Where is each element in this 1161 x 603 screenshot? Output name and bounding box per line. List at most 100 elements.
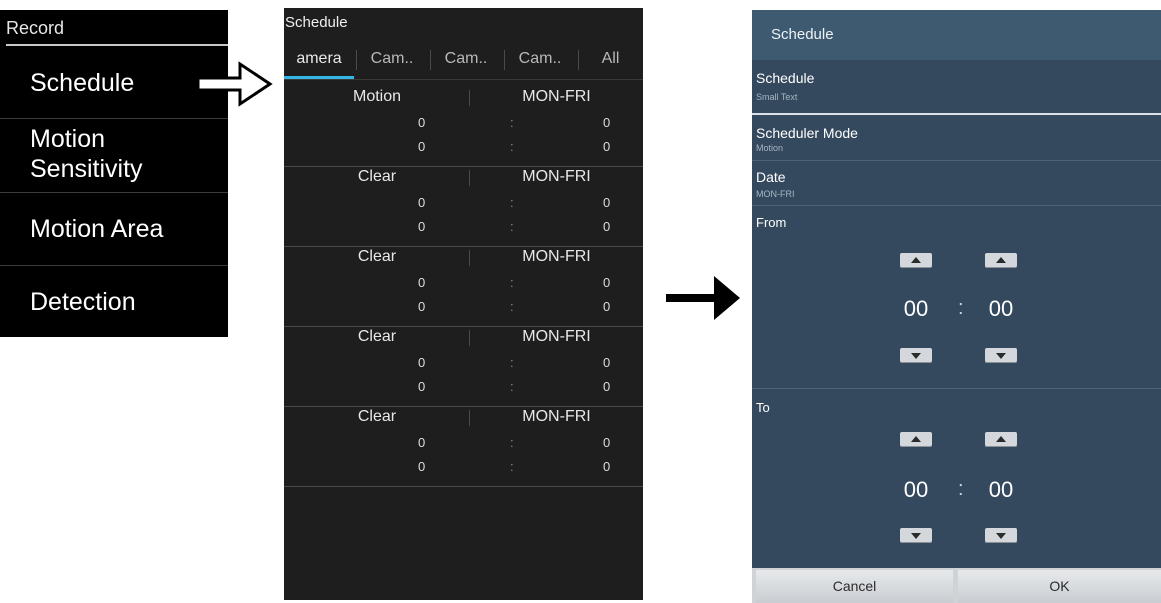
schedule-dialog: Schedule Schedule Small Text Scheduler M… [752, 10, 1161, 603]
entry-colon: : [510, 195, 514, 210]
solid-arrow-right-icon [666, 276, 740, 320]
menu-item-detection[interactable]: Detection [30, 287, 228, 317]
entry-to-hour: 0 [418, 459, 426, 474]
entry-to-minute: 0 [603, 299, 611, 314]
to-hour-up-button[interactable] [900, 432, 932, 447]
dialog-section-divider [752, 113, 1161, 115]
tab-camera-1[interactable]: amera [284, 44, 354, 80]
date-label: Date [756, 169, 786, 185]
entry-to-hour: 0 [418, 299, 426, 314]
to-label: To [756, 400, 770, 415]
entry-to-hour: 0 [418, 219, 426, 234]
tab-camera-2[interactable]: Cam.. [356, 44, 428, 80]
schedule-entry[interactable]: Clear MON-FRI 0 : 0 0 : 0 [284, 248, 643, 328]
from-minute-up-button[interactable] [985, 253, 1017, 268]
list-title: Schedule [285, 14, 348, 31]
entry-separator [284, 326, 643, 327]
dialog-button-bar: Cancel OK [752, 568, 1161, 603]
tab-all[interactable]: All [578, 44, 643, 80]
entry-colon: : [510, 139, 514, 154]
entry-mode: Motion [352, 88, 402, 105]
date-value: MON-FRI [756, 189, 795, 199]
spinner-down-icon [996, 533, 1006, 539]
to-hour-down-button[interactable] [900, 528, 932, 543]
from-label: From [756, 215, 787, 230]
entry-to-minute: 0 [603, 219, 611, 234]
entry-separator [284, 166, 643, 167]
entry-from-hour: 0 [418, 355, 426, 370]
tab-camera-4[interactable]: Cam.. [504, 44, 576, 80]
menu-item-motion-area[interactable]: Motion Area [30, 214, 228, 244]
schedule-entry[interactable]: Clear MON-FRI 0 : 0 0 : 0 [284, 328, 643, 408]
row-divider [752, 388, 1161, 389]
schedule-name-label: Schedule [756, 70, 815, 86]
menu-title-underline [6, 44, 228, 46]
schedule-name-value: Small Text [756, 92, 798, 102]
tab-bar-divider [284, 79, 643, 80]
entry-colon: : [510, 275, 514, 290]
from-hour-up-button[interactable] [900, 253, 932, 268]
from-time-colon: : [958, 297, 964, 319]
spinner-up-icon [996, 436, 1006, 442]
spinner-down-icon [996, 353, 1006, 359]
entry-separator [284, 486, 643, 487]
schedule-entry[interactable]: Clear MON-FRI 0 : 0 0 : 0 [284, 168, 643, 248]
dialog-title: Schedule [771, 26, 834, 43]
entry-to-hour: 0 [418, 139, 426, 154]
dialog-title-bar: Schedule [752, 10, 1161, 60]
record-menu-panel: Record Schedule Motion Sensitivity Motio… [0, 10, 228, 337]
menu-divider [0, 192, 228, 193]
scheduler-mode-value: Motion [756, 143, 784, 153]
entry-date: MON-FRI [522, 168, 591, 185]
menu-title: Record [6, 18, 65, 38]
entry-from-hour: 0 [418, 195, 426, 210]
schedule-entry[interactable]: Motion MON-FRI 0 : 0 0 : 0 [284, 88, 643, 168]
menu-item-motion-sensitivity[interactable]: Motion Sensitivity [30, 124, 228, 184]
entry-colon: : [510, 435, 514, 450]
cancel-button[interactable]: Cancel [756, 570, 953, 603]
entry-mode: Clear [357, 248, 397, 265]
to-time-colon: : [958, 478, 964, 500]
entry-from-hour: 0 [418, 435, 426, 450]
entry-to-hour: 0 [418, 379, 426, 394]
entry-colon: : [510, 379, 514, 394]
ok-button[interactable]: OK [958, 570, 1161, 603]
outline-arrow-right-icon [196, 61, 273, 107]
entry-date: MON-FRI [522, 408, 591, 425]
scheduler-mode-label: Scheduler Mode [756, 125, 858, 141]
from-hour-value[interactable]: 00 [896, 296, 936, 322]
entry-from-hour: 0 [418, 275, 426, 290]
camera-tab-bar: amera Cam.. Cam.. Cam.. All [284, 44, 643, 80]
menu-divider [0, 118, 228, 119]
entry-colon: : [510, 459, 514, 474]
menu-item-label-line1: Motion [30, 125, 106, 153]
tab-camera-3[interactable]: Cam.. [430, 44, 502, 80]
entry-separator [284, 406, 643, 407]
to-hour-value[interactable]: 00 [896, 477, 936, 503]
entry-to-minute: 0 [603, 139, 611, 154]
entry-colon: : [510, 115, 514, 130]
to-minute-value[interactable]: 00 [981, 477, 1021, 503]
entry-separator [284, 246, 643, 247]
entry-to-minute: 0 [603, 459, 611, 474]
entry-colon: : [510, 299, 514, 314]
entry-from-hour: 0 [418, 115, 426, 130]
entry-colon: : [510, 219, 514, 234]
entry-from-minute: 0 [603, 115, 611, 130]
menu-divider [0, 265, 228, 266]
schedule-entry[interactable]: Clear MON-FRI 0 : 0 0 : 0 [284, 408, 643, 488]
entry-from-minute: 0 [603, 435, 611, 450]
spinner-up-icon [911, 257, 921, 263]
entry-mode: Clear [357, 328, 397, 345]
from-hour-down-button[interactable] [900, 348, 932, 363]
entry-to-minute: 0 [603, 379, 611, 394]
to-minute-down-button[interactable] [985, 528, 1017, 543]
entry-date: MON-FRI [522, 328, 591, 345]
to-minute-up-button[interactable] [985, 432, 1017, 447]
entry-mode: Clear [357, 408, 397, 425]
entry-from-minute: 0 [603, 355, 611, 370]
from-minute-value[interactable]: 00 [981, 296, 1021, 322]
entry-date: MON-FRI [522, 248, 591, 265]
from-minute-down-button[interactable] [985, 348, 1017, 363]
schedule-list-panel: Schedule amera Cam.. Cam.. Cam.. All Mot… [284, 8, 643, 600]
